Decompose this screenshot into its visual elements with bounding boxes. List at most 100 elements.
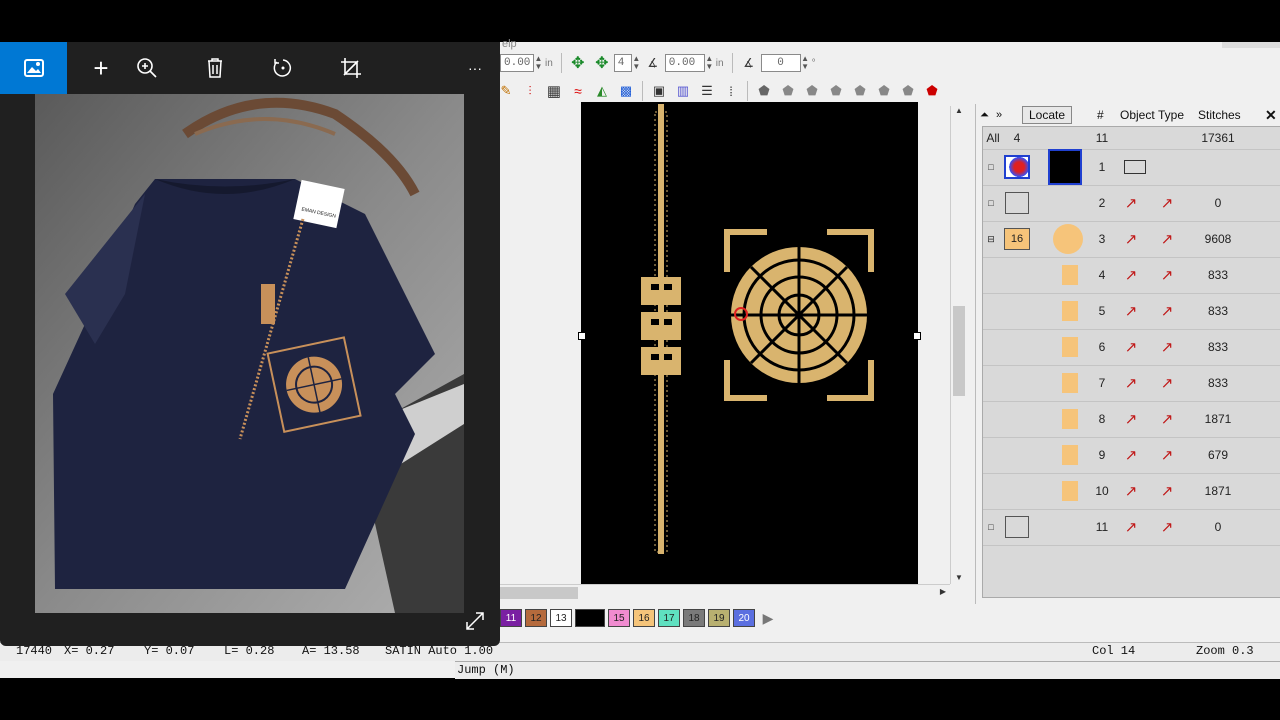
list-icon[interactable]: ☰ — [697, 81, 717, 101]
spacing-field[interactable]: 0.00 — [664, 54, 705, 72]
object-stitches: 833 — [1207, 268, 1229, 282]
scroll-up-icon[interactable]: ▲ — [951, 106, 967, 115]
object-thumbnail — [1003, 185, 1031, 221]
tool-a-icon[interactable]: ⬟ — [754, 81, 774, 101]
object-row[interactable]: □ 1 — [983, 149, 1280, 186]
object-row[interactable]: □ 2 ↗ ↗ 0 — [983, 185, 1280, 222]
scroll-right-icon[interactable]: ▶ — [940, 587, 946, 596]
stitch-type-icon: ↗ — [1160, 483, 1174, 500]
color-swatch[interactable]: 11 — [500, 609, 522, 627]
object-row[interactable]: 4 ↗ ↗ 833 — [983, 257, 1280, 294]
collapse-up-icon[interactable]: ⏶ — [980, 109, 989, 122]
selection-handle-right[interactable] — [913, 332, 921, 340]
tool-c-icon[interactable]: ⬟ — [802, 81, 822, 101]
tool-d-icon[interactable]: ⬟ — [826, 81, 846, 101]
color-swatch[interactable]: 15 — [608, 609, 630, 627]
locate-button[interactable]: Locate — [1022, 106, 1073, 124]
expand-icon[interactable] — [464, 610, 490, 636]
color-swatch[interactable] — [575, 609, 605, 627]
stitch-mode-readout: SATIN Auto 1.00 — [385, 644, 494, 658]
width-field[interactable]: 0.00 — [500, 54, 534, 72]
image-icon[interactable] — [0, 42, 67, 94]
dotted-grid-icon[interactable]: ⁞ — [721, 81, 741, 101]
count-field[interactable]: 4 — [613, 54, 632, 72]
rotate-icon[interactable] — [268, 42, 298, 94]
tool-h-icon[interactable]: ⬟ — [922, 81, 942, 101]
object-number: 9 — [1098, 448, 1106, 462]
object-thumbnail — [1059, 365, 1081, 401]
add-icon[interactable]: + — [86, 42, 116, 94]
object-stitches: 833 — [1207, 304, 1229, 318]
collapse-all-icon[interactable]: » — [996, 109, 1002, 121]
hscroll-thumb[interactable] — [500, 587, 578, 599]
color-swatch[interactable]: 12 — [525, 609, 547, 627]
color-swatch[interactable]: 17 — [658, 609, 680, 627]
tool-f-icon[interactable]: ⬟ — [874, 81, 894, 101]
shirt-photo: EMAN DESIGN — [35, 94, 464, 613]
object-row[interactable]: 9 ↗ ↗ 679 — [983, 437, 1280, 474]
rotate-angle-icon[interactable]: ∡ — [739, 53, 759, 73]
zoom-in-icon[interactable] — [132, 42, 162, 94]
scroll-thumb[interactable] — [953, 306, 965, 396]
object-list-panel: ⏶ » Locate # Object Type Stitches ✕ All … — [975, 104, 1280, 604]
close-icon[interactable]: ✕ — [1265, 107, 1277, 124]
grid-icon[interactable]: ▦ — [544, 81, 564, 101]
object-stitches: 833 — [1207, 376, 1229, 390]
scroll-down-icon[interactable]: ▼ — [951, 573, 967, 582]
color-swatch[interactable]: 20 — [733, 609, 755, 627]
object-row[interactable]: 6 ↗ ↗ 833 — [983, 329, 1280, 366]
delete-icon[interactable] — [200, 42, 230, 94]
crop-icon[interactable] — [336, 42, 366, 94]
image-frame-icon[interactable]: ▣ — [649, 81, 669, 101]
canvas-vertical-scrollbar[interactable]: ▲ ▼ — [950, 106, 967, 584]
count-spinner[interactable]: ▲ ▼ — [632, 55, 641, 71]
more-icon[interactable]: ··· — [460, 42, 490, 94]
move-icon[interactable]: ✥ — [568, 53, 588, 73]
stitch-icon[interactable]: ≈ — [568, 81, 588, 101]
angle-icon[interactable]: ∡ — [643, 53, 663, 73]
viewer-toolbar: + ··· — [0, 42, 500, 94]
tool-b-icon[interactable]: ⬟ — [778, 81, 798, 101]
palette-next-icon[interactable]: ▶ — [758, 609, 778, 627]
color-swatch[interactable]: 19 — [708, 609, 730, 627]
width-spinner[interactable]: ▲ ▼ — [534, 55, 543, 71]
window-controls — [1222, 42, 1280, 48]
stitch-type-icon: ↗ — [1160, 303, 1174, 320]
show-stitch-icon[interactable]: ◭ — [592, 81, 612, 101]
palette-icon[interactable]: ▥ — [673, 81, 693, 101]
rotation-spinner[interactable]: ▲ ▼ — [801, 55, 810, 71]
color-swatch[interactable]: 16 — [633, 609, 655, 627]
tool-e-icon[interactable]: ⬟ — [850, 81, 870, 101]
menu-help-partial[interactable]: elp — [502, 38, 517, 50]
placket-motifs — [641, 277, 681, 375]
expand-toggle[interactable]: □ — [985, 149, 997, 185]
object-row[interactable]: 10 ↗ ↗ 1871 — [983, 473, 1280, 510]
tool-g-icon[interactable]: ⬟ — [898, 81, 918, 101]
object-grid[interactable]: All 4 11 17361 □ 1 □ 2 ↗ ↗ 0 ⊟ 16 3 ↗ ↗ … — [982, 126, 1280, 598]
selection-handle-left[interactable] — [578, 332, 586, 340]
object-number: 2 — [1098, 196, 1106, 210]
scale-icon[interactable]: ✥ — [592, 53, 612, 73]
separator — [747, 81, 748, 101]
object-row[interactable]: 7 ↗ ↗ 833 — [983, 365, 1280, 402]
object-stitches: 9608 — [1204, 232, 1232, 246]
object-row[interactable]: ⊟ 16 3 ↗ ↗ 9608 — [983, 221, 1280, 258]
color-swatch[interactable]: 13 — [550, 609, 572, 627]
spacing-spinner[interactable]: ▲ ▼ — [705, 55, 714, 71]
summary-stitches: 17361 — [1201, 131, 1235, 145]
expand-toggle[interactable]: □ — [985, 509, 997, 545]
object-thumbnail — [1059, 293, 1081, 329]
object-type-icon: ↗ — [1124, 303, 1138, 320]
object-row[interactable]: 8 ↗ ↗ 1871 — [983, 401, 1280, 438]
expand-toggle[interactable]: ⊟ — [985, 221, 997, 257]
object-row[interactable]: 5 ↗ ↗ 833 — [983, 293, 1280, 330]
expand-toggle[interactable]: □ — [985, 185, 997, 221]
object-row[interactable]: □ 11 ↗ ↗ 0 — [983, 509, 1280, 546]
stitch-count-readout: 17440 — [16, 644, 53, 658]
canvas-horizontal-scrollbar[interactable]: ▶ — [500, 584, 950, 603]
rotation-field[interactable]: 0 — [760, 54, 801, 72]
needle-icon[interactable]: ⫶ — [520, 81, 540, 101]
color-swatch[interactable]: 18 — [683, 609, 705, 627]
design-hoop[interactable] — [581, 102, 918, 584]
color-icon[interactable]: ▩ — [616, 81, 636, 101]
